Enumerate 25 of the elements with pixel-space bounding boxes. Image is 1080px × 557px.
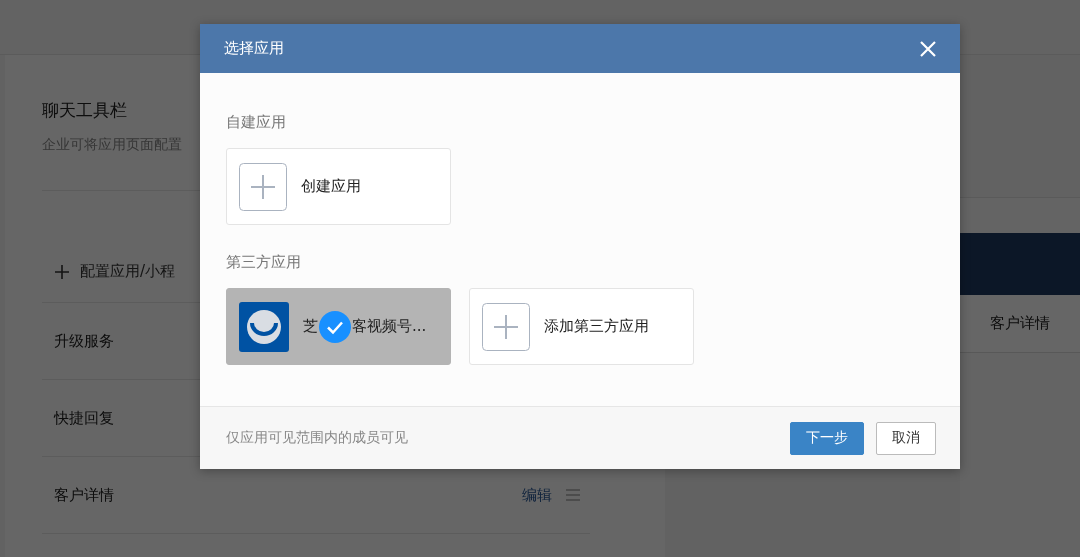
cancel-button[interactable]: 取消 (876, 421, 936, 455)
app-card[interactable]: 创建应用 (226, 148, 451, 225)
section-heading: 第三方应用 (226, 253, 302, 272)
section-title: 聊天工具栏 (42, 99, 127, 122)
plus-icon (482, 302, 530, 351)
visibility-note: 仅应用可见范围内的成员可见 (226, 429, 409, 447)
close-button[interactable] (918, 38, 938, 59)
app-card[interactable]: 芝 客视频号... (226, 288, 451, 365)
preview-item: 客户详情 (990, 314, 1050, 333)
plus-icon (54, 263, 70, 280)
toolbar-item-label: 客户详情 (54, 485, 115, 505)
app-name-fragment: 芝 (303, 317, 318, 336)
toolbar-item-label: 升级服务 (54, 331, 115, 351)
app-name: 添加第三方应用 (544, 317, 649, 336)
plus-icon (239, 162, 287, 211)
drag-handle-icon[interactable] (566, 489, 580, 501)
dialog-title: 选择应用 (224, 39, 284, 58)
check-icon (319, 310, 351, 343)
smile-app-icon (239, 301, 289, 352)
app-name: 创建应用 (301, 177, 361, 196)
toolbar-item-label: 快捷回复 (54, 408, 115, 428)
next-button[interactable]: 下一步 (790, 421, 864, 455)
app-card[interactable]: 添加第三方应用 (469, 288, 694, 365)
section-heading: 自建应用 (226, 113, 287, 132)
app-name-fragment: 客视频号... (352, 317, 427, 336)
